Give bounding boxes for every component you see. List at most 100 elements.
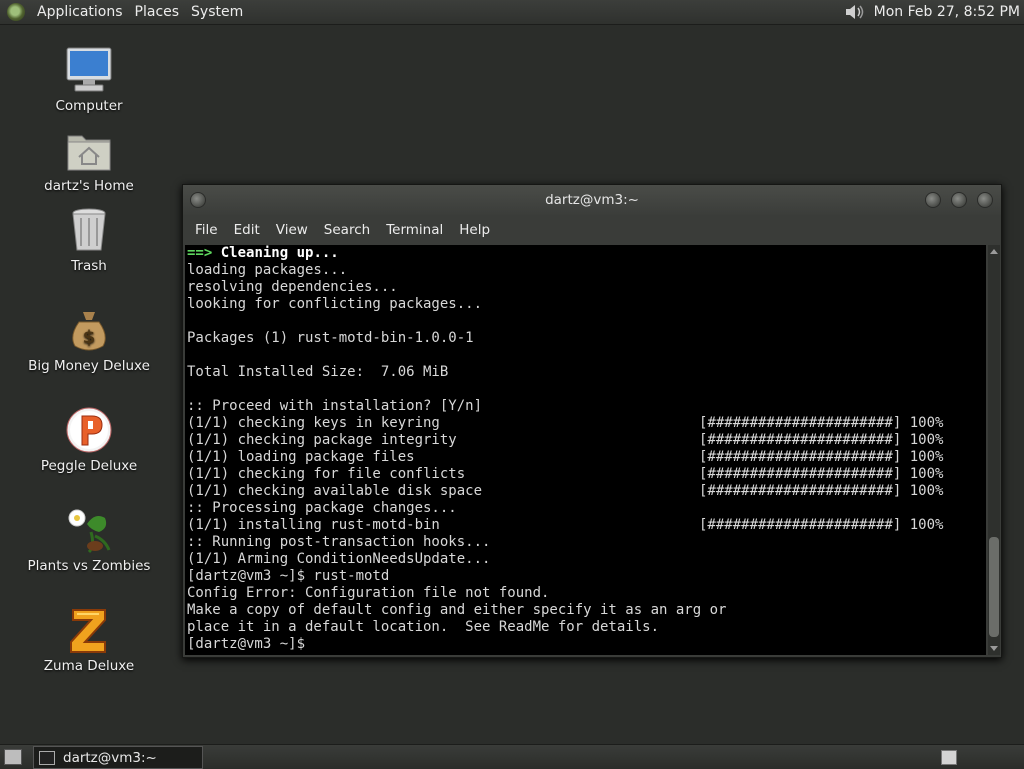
terminal-line-text: :: Processing package changes... <box>187 500 457 516</box>
terminal-menubar: File Edit View Search Terminal Help <box>183 215 1001 245</box>
terminal-output[interactable]: ==> Cleaning up... loading packages... re… <box>185 245 986 655</box>
terminal-line-text: (1/1) checking keys in keyring <box>187 415 440 431</box>
distro-logo-icon[interactable] <box>7 3 25 21</box>
terminal-line: loading packages... <box>187 262 986 279</box>
volume-icon[interactable] <box>844 3 866 21</box>
taskbar-button-terminal[interactable]: dartz@vm3:~ <box>33 746 203 769</box>
svg-text:$: $ <box>83 327 96 348</box>
progress-bar-text: [######################] 100% <box>699 415 944 431</box>
menu-edit[interactable]: Edit <box>226 222 268 238</box>
terminal-line: resolving dependencies... <box>187 279 986 296</box>
terminal-line-text: (1/1) installing rust-motd-bin <box>187 517 440 533</box>
terminal-line: Make a copy of default config and either… <box>187 602 986 619</box>
desktop-icon-computer[interactable]: Computer <box>24 46 154 114</box>
window-title: dartz@vm3:~ <box>545 192 639 208</box>
terminal-line-text: (1/1) checking package integrity <box>187 432 457 448</box>
terminal-line: (1/1) checking available disk space [####… <box>187 483 986 500</box>
terminal-line-text: (1/1) checking available disk space <box>187 483 483 499</box>
desktop-icon-label: Computer <box>55 98 123 114</box>
terminal-line: Packages (1) rust-motd-bin-1.0.0-1 <box>187 330 986 347</box>
terminal-line: (1/1) installing rust-motd-bin [#########… <box>187 517 986 534</box>
terminal-line-text: Cleaning up... <box>212 245 339 261</box>
menu-terminal[interactable]: Terminal <box>378 222 451 238</box>
terminal-line: Total Installed Size: 7.06 MiB <box>187 364 986 381</box>
desktop-icon-label: Peggle Deluxe <box>40 458 138 474</box>
terminal-line: (1/1) checking package integrity [#######… <box>187 432 986 449</box>
menu-system[interactable]: System <box>185 4 249 20</box>
terminal-scrollbar[interactable] <box>988 245 1000 655</box>
terminal-line: [dartz@vm3 ~]$ rust-motd <box>187 568 986 585</box>
terminal-line: (1/1) Arming ConditionNeedsUpdate... <box>187 551 986 568</box>
menu-view[interactable]: View <box>268 222 316 238</box>
terminal-line: (1/1) checking keys in keyring [#########… <box>187 415 986 432</box>
tray: Mon Feb 27, 8:52 PM <box>844 3 1024 21</box>
terminal-line-text: (1/1) Arming ConditionNeedsUpdate... <box>187 551 491 567</box>
clock[interactable]: Mon Feb 27, 8:52 PM <box>874 4 1020 20</box>
menu-places[interactable]: Places <box>129 4 186 20</box>
scroll-down-arrow-icon[interactable] <box>990 646 998 651</box>
zuma-icon <box>65 606 113 654</box>
money-bag-icon: $ <box>65 306 113 354</box>
terminal-line-text: Total Installed Size: 7.06 MiB <box>187 364 449 380</box>
terminal-line-text: Packages (1) rust-motd-bin-1.0.0-1 <box>187 330 474 346</box>
scrollbar-thumb[interactable] <box>989 537 999 637</box>
window-menu-button[interactable] <box>190 192 206 208</box>
trash-icon <box>65 206 113 254</box>
terminal-line-text: Make a copy of default config and either… <box>187 602 727 618</box>
terminal-line: Config Error: Configuration file not fou… <box>187 585 986 602</box>
window-titlebar[interactable]: dartz@vm3:~ <box>183 185 1001 215</box>
top-panel: Applications Places System Mon Feb 27, 8… <box>0 0 1024 25</box>
desktop-icon-home[interactable]: dartz's Home <box>24 126 154 194</box>
terminal-line: ==> Cleaning up... <box>187 245 986 262</box>
terminal-line-text: loading packages... <box>187 262 348 278</box>
show-desktop-icon[interactable] <box>4 749 22 765</box>
menu-file[interactable]: File <box>187 222 226 238</box>
terminal-window: dartz@vm3:~ File Edit View Search Termin… <box>182 184 1002 658</box>
terminal-line-text: :: Proceed with installation? [Y/n] <box>187 398 483 414</box>
desktop-icon-big-money[interactable]: $ Big Money Deluxe <box>24 306 154 374</box>
maximize-button[interactable] <box>951 192 967 208</box>
terminal-line-text: (1/1) checking for file conflicts <box>187 466 466 482</box>
terminal-line: :: Proceed with installation? [Y/n] <box>187 398 986 415</box>
minimize-button[interactable] <box>925 192 941 208</box>
terminal-line: :: Processing package changes... <box>187 500 986 517</box>
terminal-line: [dartz@vm3 ~]$ <box>187 636 986 653</box>
terminal-line: place it in a default location. See Read… <box>187 619 986 636</box>
desktop-icon-label: Plants vs Zombies <box>27 558 151 574</box>
desktop-icon-label: Trash <box>71 258 107 274</box>
terminal-line-text: :: Running post-transaction hooks... <box>187 534 491 550</box>
menu-help[interactable]: Help <box>451 222 498 238</box>
computer-icon <box>65 46 113 94</box>
close-button[interactable] <box>977 192 993 208</box>
terminal-line-text: Config Error: Configuration file not fou… <box>187 585 550 601</box>
terminal-line: :: Running post-transaction hooks... <box>187 534 986 551</box>
progress-bar-text: [######################] 100% <box>699 466 944 482</box>
terminal-line-text: looking for conflicting packages... <box>187 296 483 312</box>
plants-vs-zombies-icon <box>65 506 113 554</box>
progress-bar-text: [######################] 100% <box>699 483 944 499</box>
desktop-icon-label: Zuma Deluxe <box>43 658 135 674</box>
menu-search[interactable]: Search <box>316 222 378 238</box>
desktop-icon-label: Big Money Deluxe <box>28 358 150 374</box>
terminal-line-text: [dartz@vm3 ~]$ rust-motd <box>187 568 390 584</box>
scroll-up-arrow-icon[interactable] <box>990 249 998 254</box>
workspace-switcher[interactable] <box>941 750 957 765</box>
progress-bar-text: [######################] 100% <box>699 449 944 465</box>
desktop-icon-peggle[interactable]: Peggle Deluxe <box>24 406 154 474</box>
menu-applications[interactable]: Applications <box>31 4 129 20</box>
desktop-icon-zuma[interactable]: Zuma Deluxe <box>24 606 154 674</box>
peggle-icon <box>65 406 113 454</box>
arrow-marker: ==> <box>187 245 213 261</box>
desktop-icon-plants-vs-zombies[interactable]: Plants vs Zombies <box>24 506 154 574</box>
desktop-icon-trash[interactable]: Trash <box>24 206 154 274</box>
terminal-line: (1/1) checking for file conflicts [######… <box>187 466 986 483</box>
terminal-line-text: resolving dependencies... <box>187 279 398 295</box>
progress-bar-text: [######################] 100% <box>699 517 944 533</box>
terminal-line-text: place it in a default location. See Read… <box>187 619 660 635</box>
terminal-line-text: [dartz@vm3 ~]$ <box>187 636 306 652</box>
terminal-line: looking for conflicting packages... <box>187 296 986 313</box>
terminal-icon <box>39 750 55 765</box>
